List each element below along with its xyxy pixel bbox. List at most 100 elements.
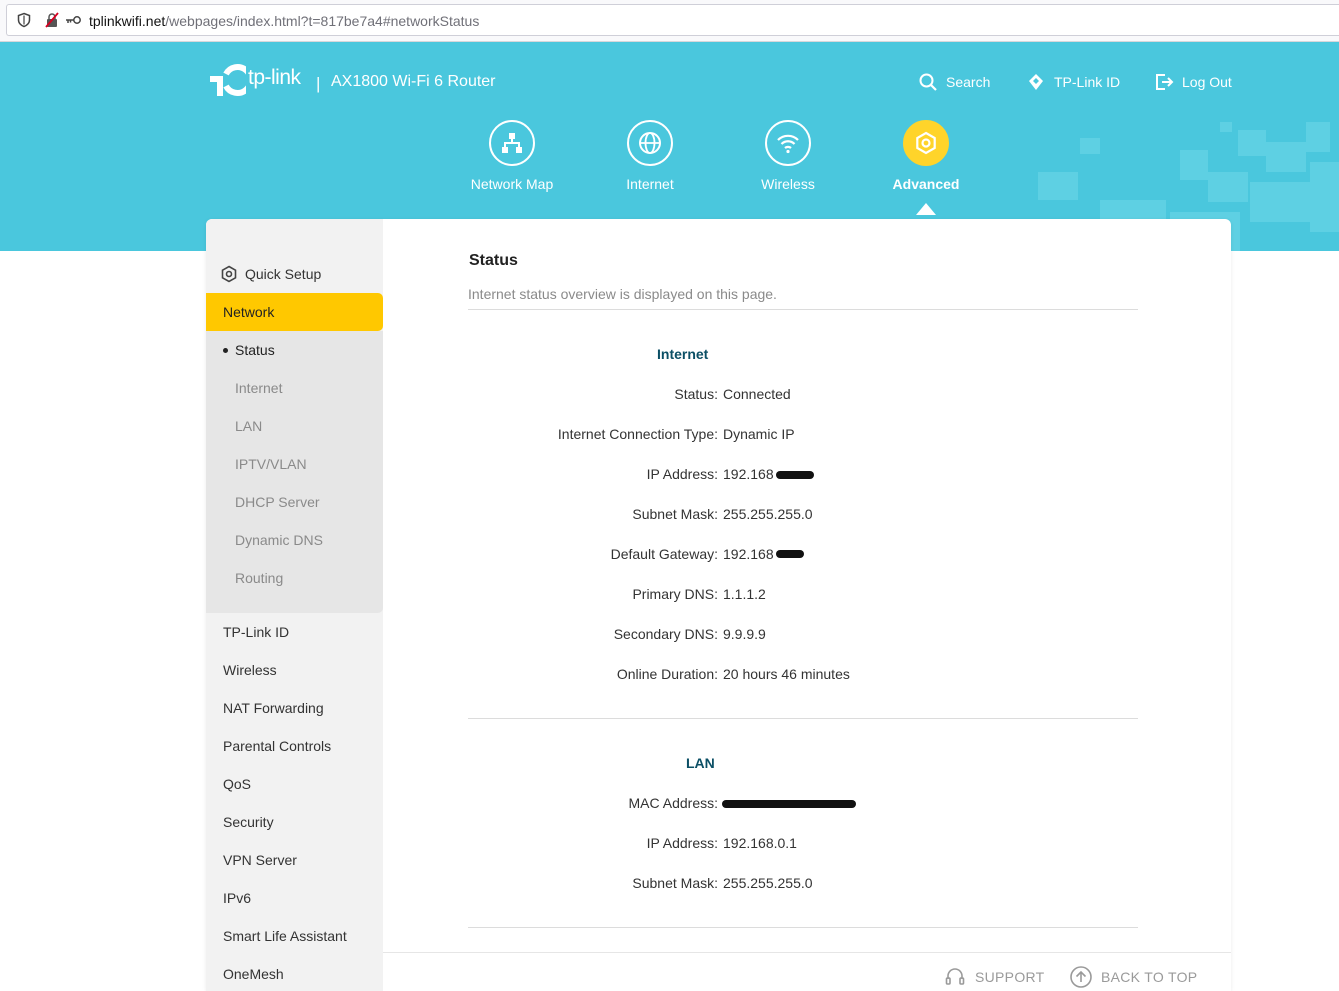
url-path: /webpages/index.html?t=817be7a4#networkS… (165, 13, 480, 29)
page-title: Status (469, 252, 518, 269)
submenu-item-routing[interactable]: Routing (206, 559, 383, 597)
network-map-icon (489, 120, 535, 166)
arrow-up-circle-icon (1070, 966, 1092, 988)
submenu-item-dhcp-server[interactable]: DHCP Server (206, 483, 383, 521)
url-host: tplinkwifi.net (89, 13, 166, 29)
logout-label: Log Out (1182, 74, 1232, 90)
row-value: 192.168 (723, 466, 774, 482)
row-value: 192.168 (723, 546, 774, 562)
footer: SUPPORT BACK TO TOP (383, 952, 1231, 991)
row-label: Internet Connection Type: (557, 426, 718, 442)
nav-label-network-map: Network Map (470, 176, 554, 192)
tplink-id-link[interactable]: TP-Link ID (1026, 70, 1120, 94)
page-subtitle: Internet status overview is displayed on… (468, 286, 777, 302)
nav-label-internet: Internet (626, 176, 674, 192)
submenu-item-status[interactable]: Status (206, 331, 383, 369)
divider (468, 927, 1138, 928)
redaction-mark (776, 550, 804, 558)
logout-link[interactable]: Log Out (1154, 70, 1232, 94)
router-model: AX1800 Wi-Fi 6 Router (331, 73, 496, 90)
shield-icon[interactable] (16, 12, 32, 28)
sidebar-item-quick-setup[interactable]: Quick Setup (206, 255, 383, 293)
internet-row-secondary-dns: Secondary DNS: 9.9.9.9 (383, 626, 1231, 646)
search-link[interactable]: Search (918, 70, 990, 94)
lan-row-ip-address: IP Address: 192.168.0.1 (383, 835, 1231, 855)
sidebar-item-vpn-server[interactable]: VPN Server (206, 841, 383, 879)
search-label: Search (946, 74, 991, 90)
divider (468, 309, 1138, 310)
active-nav-caret (916, 203, 936, 215)
sidebar-item-security[interactable]: Security (206, 803, 383, 841)
submenu-item-iptv-vlan[interactable]: IPTV/VLAN (206, 445, 383, 483)
row-value: 255.255.255.0 (723, 506, 813, 522)
sidebar-item-tplink-id[interactable]: TP-Link ID (206, 613, 383, 651)
content-area: Status Internet status overview is displ… (383, 219, 1231, 991)
submenu-item-internet[interactable]: Internet (206, 369, 383, 407)
key-icon[interactable] (64, 12, 82, 28)
row-label: IP Address: (646, 466, 718, 482)
sidebar-item-qos[interactable]: QoS (206, 765, 383, 803)
support-label: SUPPORT (975, 969, 1045, 985)
row-label: Status: (674, 386, 718, 402)
row-label: Primary DNS: (632, 586, 718, 602)
row-value: Connected (723, 386, 791, 402)
internet-row-ip-address: IP Address: 192.168 (383, 466, 1231, 486)
url-text: tplinkwifi.net/webpages/index.html?t=817… (89, 13, 479, 29)
sidebar-item-wireless[interactable]: Wireless (206, 651, 383, 689)
tp-link-logo[interactable] (206, 60, 246, 100)
globe-icon (627, 120, 673, 166)
internet-row-default-gateway: Default Gateway: 192.168 (383, 546, 1231, 566)
quick-setup-icon (221, 265, 237, 283)
row-label: Secondary DNS: (613, 626, 718, 642)
row-label: IP Address: (646, 835, 718, 851)
back-to-top-label: BACK TO TOP (1101, 969, 1198, 985)
sidebar-item-smart-life-assistant[interactable]: Smart Life Assistant (206, 917, 383, 955)
brand-separator: | (316, 74, 321, 93)
network-submenu: Status Internet LAN IPTV/VLAN DHCP Serve… (206, 331, 383, 613)
row-label: Online Duration: (616, 666, 718, 682)
nav-internet[interactable]: Internet (600, 120, 700, 192)
sidebar: Quick Setup Network Status Internet LAN … (206, 219, 383, 991)
row-label: Default Gateway: (610, 546, 718, 562)
row-value: 9.9.9.9 (723, 626, 766, 642)
row-value: 255.255.255.0 (723, 875, 813, 891)
redaction-mark (776, 471, 814, 479)
internet-row-connection-type: Internet Connection Type: Dynamic IP (383, 426, 1231, 446)
row-value: 20 hours 46 minutes (723, 666, 850, 682)
brand-name: tp-link (248, 66, 301, 89)
internet-row-status: Status: Connected (383, 386, 1231, 406)
lan-row-subnet-mask: Subnet Mask: 255.255.255.0 (383, 875, 1231, 895)
section-title-internet: Internet (657, 346, 709, 362)
sidebar-item-nat-forwarding[interactable]: NAT Forwarding (206, 689, 383, 727)
sidebar-item-parental-controls[interactable]: Parental Controls (206, 727, 383, 765)
nav-wireless[interactable]: Wireless (738, 120, 838, 192)
redaction-mark (722, 800, 856, 808)
back-to-top-link[interactable]: BACK TO TOP (1069, 965, 1197, 989)
row-value: Dynamic IP (723, 426, 795, 442)
row-label: Subnet Mask: (632, 506, 718, 522)
nav-advanced[interactable]: Advanced (876, 120, 976, 192)
submenu-item-lan[interactable]: LAN (206, 407, 383, 445)
insecure-lock-icon[interactable] (44, 12, 60, 28)
nav-label-wireless: Wireless (761, 176, 815, 192)
divider (468, 718, 1138, 719)
tplink-id-label: TP-Link ID (1054, 74, 1121, 90)
headset-icon (945, 968, 965, 985)
sidebar-item-onemesh[interactable]: OneMesh (206, 955, 383, 991)
submenu-item-dynamic-dns[interactable]: Dynamic DNS (206, 521, 383, 559)
main-card: Quick Setup Network Status Internet LAN … (206, 219, 1231, 991)
sidebar-item-ipv6[interactable]: IPv6 (206, 879, 383, 917)
quick-setup-label: Quick Setup (245, 266, 322, 282)
row-value: 192.168.0.1 (723, 835, 797, 851)
section-title-lan: LAN (686, 755, 715, 771)
internet-row-primary-dns: Primary DNS: 1.1.1.2 (383, 586, 1231, 606)
nav-network-map[interactable]: Network Map (462, 120, 562, 192)
row-label: MAC Address: (628, 795, 718, 811)
internet-row-subnet-mask: Subnet Mask: 255.255.255.0 (383, 506, 1231, 526)
browser-url-bar: tplinkwifi.net/webpages/index.html?t=817… (0, 0, 1339, 42)
search-icon (919, 73, 937, 91)
lan-row-mac-address: MAC Address: (383, 795, 1231, 815)
wifi-icon (765, 120, 811, 166)
sidebar-item-network[interactable]: Network (206, 293, 383, 331)
support-link[interactable]: SUPPORT (943, 965, 1045, 989)
